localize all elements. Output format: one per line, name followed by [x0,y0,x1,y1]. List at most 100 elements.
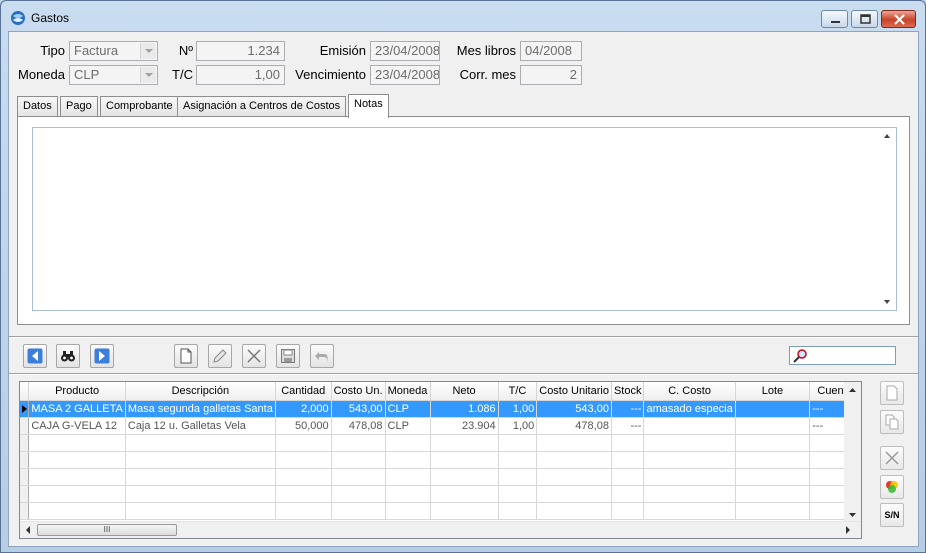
table-cell[interactable] [611,502,645,520]
table-cell[interactable] [385,502,431,520]
mes-libros-field[interactable]: 04/2008 [520,41,582,61]
table-cell[interactable] [735,485,811,503]
table-cell[interactable]: 478,08 [536,417,612,435]
table-cell[interactable] [643,485,736,503]
table-cell[interactable] [430,468,499,486]
table-cell[interactable] [611,485,645,503]
table-cell[interactable]: 1,00 [498,417,538,435]
row-indicator[interactable] [20,485,30,503]
table-cell[interactable] [498,451,538,469]
new-button[interactable] [174,344,198,368]
table-cell[interactable] [385,451,431,469]
edit-button[interactable] [208,344,232,368]
table-cell[interactable] [430,502,499,520]
table-cell[interactable] [735,434,811,452]
row-indicator[interactable] [20,400,30,418]
table-cell[interactable] [643,434,736,452]
column-header[interactable]: Moneda [385,382,431,401]
search-input[interactable] [789,346,896,365]
table-cell[interactable] [275,451,332,469]
tab-pago[interactable]: Pago [60,96,98,117]
table-cell[interactable]: 543,00 [536,400,612,418]
table-cell[interactable] [331,468,386,486]
column-header[interactable]: Cantidad [275,382,332,401]
sn-button[interactable]: S/N [880,503,904,527]
table-cell[interactable] [430,434,499,452]
table-cell[interactable]: Caja 12 u. Galletas Vela [125,417,276,435]
table-cell[interactable] [28,434,126,452]
table-cell[interactable] [611,451,645,469]
next-button[interactable] [90,344,114,368]
scroll-thumb[interactable]: III [37,524,177,536]
table-cell[interactable] [498,502,538,520]
column-header[interactable]: Producto [28,382,126,401]
table-cell[interactable] [611,434,645,452]
table-cell[interactable] [735,400,811,418]
table-cell[interactable] [275,502,332,520]
table-cell[interactable] [430,485,499,503]
minimize-button[interactable] [821,10,848,28]
moneda-combo[interactable]: CLP [69,65,158,85]
notes-textarea[interactable] [32,127,897,311]
table-cell[interactable] [643,451,736,469]
close-button[interactable] [881,10,916,28]
new-row-button[interactable] [880,381,904,405]
table-cell[interactable] [28,502,126,520]
notes-scrollbar[interactable] [880,128,896,310]
save-button[interactable] [276,344,300,368]
table-cell[interactable]: CAJA G-VELA 12 [28,417,126,435]
row-indicator[interactable] [20,434,30,452]
table-cell[interactable]: 23.904 [430,417,499,435]
title-bar[interactable]: Gastos [1,1,925,31]
table-cell[interactable]: CLP [385,417,431,435]
tab-asignacion-centros-costos[interactable]: Asignación a Centros de Costos [177,96,347,117]
column-header[interactable]: Lote [735,382,811,401]
table-cell[interactable] [735,468,811,486]
table-cell[interactable]: 543,00 [331,400,386,418]
row-indicator[interactable] [20,417,30,435]
empty-row[interactable] [20,434,861,452]
undo-button[interactable] [310,344,334,368]
table-cell[interactable]: 2,000 [275,400,332,418]
column-header[interactable]: Neto [430,382,499,401]
table-cell[interactable] [536,451,612,469]
table-cell[interactable]: 1.086 [430,400,499,418]
table-cell[interactable]: 50,000 [275,417,332,435]
column-header[interactable]: Costo Un. [331,382,386,401]
table-cell[interactable] [125,434,276,452]
find-button[interactable] [56,344,80,368]
table-cell[interactable]: amasado especia [643,400,736,418]
numero-field[interactable]: 1.234 [196,41,285,61]
table-cell[interactable] [275,485,332,503]
table-cell[interactable]: 478,08 [331,417,386,435]
table-cell[interactable] [611,468,645,486]
color-button[interactable] [880,475,904,499]
table-cell[interactable] [498,468,538,486]
table-cell[interactable] [331,434,386,452]
copy-row-button[interactable] [880,410,904,434]
delete-row-button[interactable] [880,446,904,470]
column-header[interactable]: Stock [611,382,645,401]
empty-row[interactable] [20,485,861,503]
grid-vertical-scrollbar[interactable] [844,382,861,523]
scroll-up-icon[interactable] [884,134,890,138]
table-cell[interactable]: CLP [385,400,431,418]
column-header[interactable]: Descripción [125,382,276,401]
table-cell[interactable]: MASA 2 GALLETA [28,400,126,418]
table-row[interactable]: CAJA G-VELA 12 Caja 12 u. Galletas Vela 50… [20,417,861,435]
table-cell[interactable] [385,485,431,503]
column-header[interactable]: C. Costo [643,382,736,401]
corr-mes-field[interactable]: 2 [520,65,582,85]
table-cell[interactable] [125,485,276,503]
maximize-button[interactable] [851,10,878,28]
table-cell[interactable] [125,468,276,486]
table-cell[interactable] [125,451,276,469]
table-cell[interactable] [125,502,276,520]
grid-horizontal-scrollbar[interactable]: III [20,521,861,538]
table-row[interactable]: MASA 2 GALLETA Masa segunda galletas Sant… [20,400,861,418]
table-cell[interactable] [385,468,431,486]
table-cell[interactable]: Masa segunda galletas Santa [125,400,276,418]
chevron-down-icon[interactable] [140,43,156,59]
table-cell[interactable] [643,417,736,435]
row-indicator[interactable] [20,468,30,486]
